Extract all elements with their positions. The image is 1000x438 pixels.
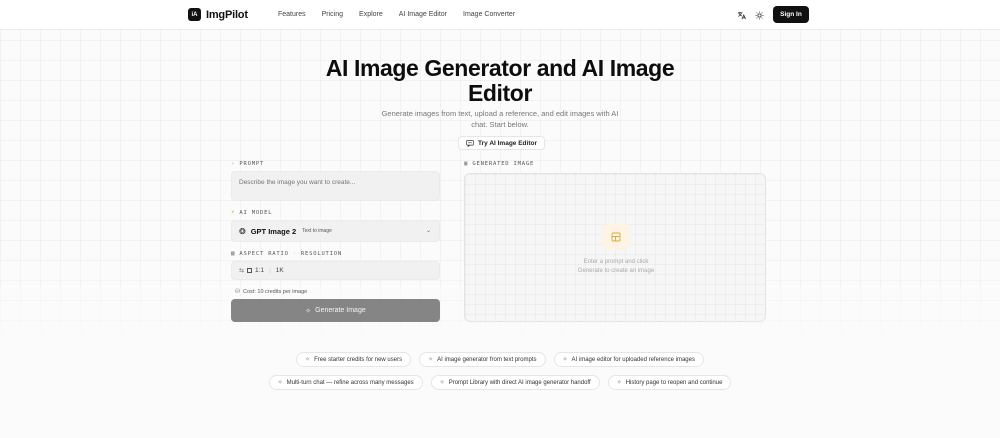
top-navbar: iA ImgPilot Features Pricing Explore AI … bbox=[0, 0, 1000, 30]
ai-model-section-label: ⚡ AI MODEL bbox=[231, 209, 273, 216]
sparkle-icon: ✧ bbox=[562, 357, 568, 363]
label-separator: · bbox=[292, 250, 297, 257]
nav-link-pricing[interactable]: Pricing bbox=[322, 11, 343, 18]
feature-chip: ✧ Free starter credits for new users bbox=[296, 352, 412, 367]
resolution-selector[interactable]: 1K bbox=[276, 267, 284, 274]
coins-icon: ⛁ bbox=[235, 289, 241, 295]
placeholder-text: Enter a prompt and click Generate to cre… bbox=[577, 259, 655, 274]
aspect-ratio-selector[interactable]: ⇆ 1:1 bbox=[239, 267, 264, 274]
square-icon bbox=[247, 268, 253, 273]
try-ai-image-editor-label: Try AI Image Editor bbox=[478, 139, 537, 147]
translate-icon[interactable] bbox=[736, 10, 746, 20]
feature-chip: ✧ Multi-turn chat — refine across many me… bbox=[268, 375, 423, 390]
nav-link-ai-image-editor[interactable]: AI Image Editor bbox=[399, 11, 447, 18]
aspect-resolution-row: ⇆ 1:1 | 1K bbox=[231, 261, 440, 280]
sparkle-icon: ✧ bbox=[305, 357, 311, 363]
cost-text: Cost: 10 credits per image bbox=[243, 288, 308, 295]
chevron-down-icon: ⌄ bbox=[425, 228, 431, 234]
sun-icon[interactable] bbox=[754, 10, 764, 20]
generated-image-section-label: ▣ GENERATED IMAGE bbox=[464, 160, 535, 167]
aspect-ratio-value: 1:1 bbox=[255, 267, 265, 274]
resolution-value: 1K bbox=[275, 267, 284, 274]
logo[interactable]: iA ImgPilot bbox=[188, 8, 248, 21]
nav-links: Features Pricing Explore AI Image Editor… bbox=[278, 11, 515, 18]
generate-image-label: Generate Image bbox=[315, 307, 366, 314]
sparkle-icon: ✧ bbox=[616, 380, 622, 386]
aspect-resolution-section-label: ▦ ASPECT RATIO · RESOLUTION bbox=[231, 250, 343, 257]
try-ai-image-editor-button[interactable]: Try AI Image Editor bbox=[458, 136, 545, 150]
divider: | bbox=[269, 267, 271, 274]
chat-icon bbox=[466, 139, 474, 147]
nav-link-image-converter[interactable]: Image Converter bbox=[463, 11, 515, 18]
nav-link-explore[interactable]: Explore bbox=[359, 11, 383, 18]
sparkle-icon: ✧ bbox=[428, 357, 434, 363]
sparkle-icon: ✧ bbox=[277, 380, 283, 386]
sparkle-icon: ✧ bbox=[439, 380, 445, 386]
feature-chip: ✧ AI image editor for uploaded reference … bbox=[553, 352, 704, 367]
generate-image-button[interactable]: ✧ Generate Image bbox=[231, 299, 440, 322]
logo-mark-icon: iA bbox=[188, 8, 201, 21]
image-icon: ▣ bbox=[464, 160, 469, 167]
logo-text: ImgPilot bbox=[206, 8, 248, 21]
grid-icon: ▦ bbox=[231, 250, 236, 257]
model-tag: Text to image bbox=[302, 228, 332, 234]
feature-chips-row-1: ✧ Free starter credits for new users ✧ AI … bbox=[0, 352, 1000, 367]
prompt-section-label: ✧ PROMPT bbox=[231, 160, 265, 167]
bolt-icon: ⚡ bbox=[231, 209, 236, 216]
model-name: GPT Image 2 bbox=[250, 226, 297, 236]
sparkle-icon: ✧ bbox=[231, 160, 236, 167]
feature-chip: ✧ AI image generator from text prompts bbox=[419, 352, 546, 367]
ai-model-select[interactable]: ❂ GPT Image 2 Text to image ⌄ bbox=[231, 220, 440, 242]
sign-in-button[interactable]: Sign In bbox=[773, 6, 809, 23]
cost-info: ⛁ Cost: 10 credits per image bbox=[235, 288, 308, 296]
shuffle-icon: ⇆ bbox=[239, 268, 245, 274]
image-placeholder-icon bbox=[602, 224, 630, 250]
generated-image-panel: Enter a prompt and click Generate to cre… bbox=[464, 173, 766, 322]
feature-chip: ✧ Prompt Library with direct AI image gen… bbox=[430, 375, 600, 390]
openai-logo-icon: ❂ bbox=[239, 226, 246, 236]
prompt-input[interactable] bbox=[231, 171, 440, 201]
feature-chips-row-2: ✧ Multi-turn chat — refine across many me… bbox=[0, 375, 1000, 390]
page-subtitle: Generate images from text, upload a refe… bbox=[381, 109, 619, 129]
sparkle-icon: ✧ bbox=[305, 307, 312, 315]
nav-link-features[interactable]: Features bbox=[278, 11, 306, 18]
page-title: AI Image Generator and AI Image Editor bbox=[325, 55, 675, 106]
feature-chip: ✧ History page to reopen and continue bbox=[607, 375, 732, 390]
